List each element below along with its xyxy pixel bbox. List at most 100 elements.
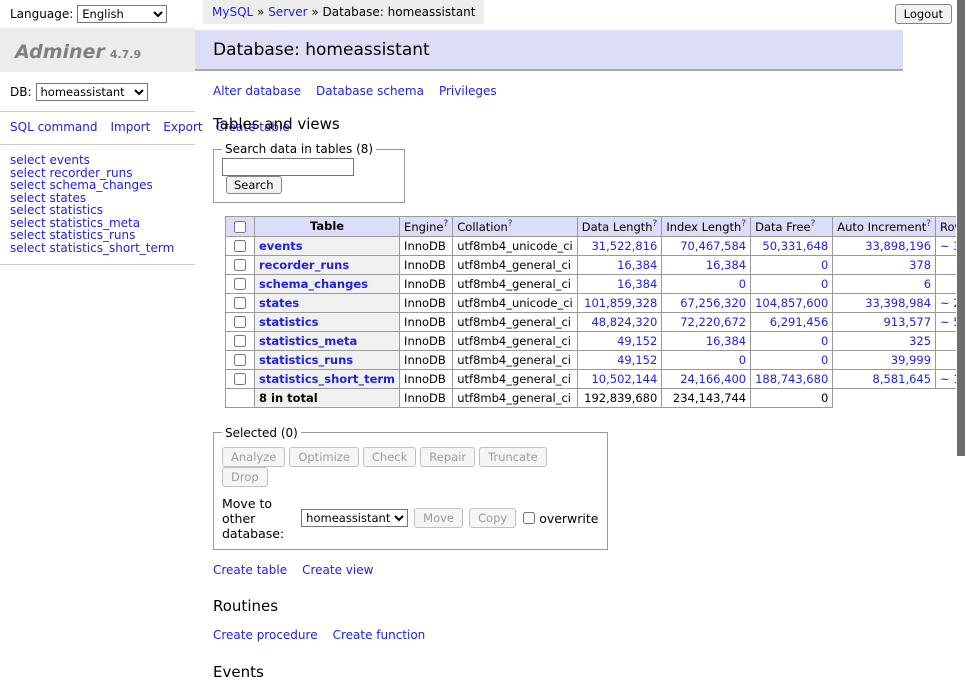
- db-label: DB:: [10, 85, 32, 99]
- index-length-link[interactable]: 16,384: [706, 258, 746, 272]
- move-button[interactable]: Move: [414, 508, 463, 528]
- drop-button[interactable]: Drop: [222, 467, 268, 487]
- index-length-link[interactable]: 67,256,320: [680, 296, 746, 310]
- data-length-link[interactable]: 49,152: [617, 334, 657, 348]
- row-checkbox[interactable]: [234, 259, 246, 271]
- language-label: Language:: [10, 7, 73, 21]
- db-select-row: DB: homeassistant: [0, 72, 195, 112]
- hint-icon[interactable]: ?: [443, 219, 448, 229]
- select-all-checkbox[interactable]: [231, 221, 249, 233]
- breadcrumb-server[interactable]: Server: [268, 5, 307, 19]
- column-header-collation: Collation?: [453, 217, 578, 237]
- data-length-link[interactable]: 31,522,816: [591, 239, 657, 253]
- data-free-link[interactable]: 0: [821, 334, 828, 348]
- engine-cell: InnoDB: [400, 331, 453, 350]
- index-length-link[interactable]: 72,220,672: [680, 315, 746, 329]
- row-checkbox[interactable]: [234, 297, 246, 309]
- table-name-link[interactable]: statistics: [259, 315, 319, 329]
- auto-increment-link[interactable]: 378: [909, 258, 931, 272]
- overwrite-checkbox[interactable]: [523, 512, 535, 524]
- language-select[interactable]: English: [77, 5, 167, 23]
- search-input[interactable]: [222, 158, 354, 176]
- row-checkbox[interactable]: [234, 240, 246, 252]
- hint-icon[interactable]: ?: [926, 219, 931, 229]
- row-checkbox[interactable]: [234, 278, 246, 290]
- table-row: statistics_short_termInnoDButf8mb4_gener…: [226, 369, 966, 388]
- data-length-link[interactable]: 49,152: [617, 353, 657, 367]
- total-data-free: 0: [751, 388, 833, 407]
- top-bar: MySQL » Server » Database: homeassistant: [195, 0, 903, 25]
- table-name-link[interactable]: statistics_short_term: [259, 372, 395, 386]
- scrollbar-thumb[interactable]: [957, 0, 965, 456]
- breadcrumb-mysql[interactable]: MySQL: [212, 5, 253, 19]
- select-all-cell: [226, 217, 255, 237]
- move-label: Move to other database:: [222, 496, 295, 541]
- index-length-link[interactable]: 24,166,400: [680, 372, 746, 386]
- check-button[interactable]: Check: [363, 447, 416, 467]
- move-db-select[interactable]: homeassistant: [301, 509, 408, 527]
- auto-increment-link[interactable]: 33,398,984: [865, 296, 931, 310]
- data-free-link[interactable]: 0: [821, 258, 828, 272]
- auto-increment-link[interactable]: 913,577: [883, 315, 931, 329]
- hint-icon[interactable]: ?: [508, 219, 513, 229]
- hint-icon[interactable]: ?: [741, 219, 746, 229]
- data-free-link[interactable]: 50,331,648: [762, 239, 828, 253]
- table-name-link[interactable]: statistics_meta: [259, 334, 357, 348]
- vertical-scrollbar[interactable]: [956, 0, 966, 543]
- bottom-create-table-link[interactable]: Create table: [213, 563, 287, 577]
- db-alter-database-link[interactable]: Alter database: [213, 84, 301, 98]
- hint-icon[interactable]: ?: [653, 219, 658, 229]
- auto-increment-link[interactable]: 8,581,645: [873, 372, 932, 386]
- row-checkbox[interactable]: [234, 354, 246, 366]
- row-checkbox[interactable]: [234, 335, 246, 347]
- index-length-link[interactable]: 70,467,584: [680, 239, 746, 253]
- action-sql-command-link[interactable]: SQL command: [10, 120, 97, 134]
- table-name-link[interactable]: states: [259, 296, 299, 310]
- table-name-link[interactable]: schema_changes: [259, 277, 368, 291]
- search-button[interactable]: Search: [226, 176, 282, 194]
- data-free-link[interactable]: 6,291,456: [770, 315, 829, 329]
- table-name-link[interactable]: statistics_runs: [259, 353, 353, 367]
- data-free-link[interactable]: 0: [821, 277, 828, 291]
- data-length-link[interactable]: 10,502,144: [591, 372, 657, 386]
- table-name-link[interactable]: recorder_runs: [259, 258, 349, 272]
- data-length-link[interactable]: 16,384: [617, 258, 657, 272]
- overwrite-label: overwrite: [539, 511, 598, 526]
- truncate-button[interactable]: Truncate: [479, 447, 547, 467]
- db-select[interactable]: homeassistant: [36, 83, 148, 101]
- db-database-schema-link[interactable]: Database schema: [316, 84, 424, 98]
- repair-button[interactable]: Repair: [420, 447, 475, 467]
- table-name-link[interactable]: events: [259, 239, 303, 253]
- bottom-create-view-link[interactable]: Create view: [302, 563, 373, 577]
- breadcrumb: MySQL » Server » Database: homeassistant: [203, 0, 484, 24]
- auto-increment-link[interactable]: 6: [924, 277, 931, 291]
- routine-create-function-link[interactable]: Create function: [333, 628, 426, 642]
- hint-icon[interactable]: ?: [811, 219, 816, 229]
- data-free-link[interactable]: 188,743,680: [755, 372, 828, 386]
- table-row: statisticsInnoDButf8mb4_general_ci48,824…: [226, 312, 966, 331]
- copy-button[interactable]: Copy: [469, 508, 516, 528]
- optimize-button[interactable]: Optimize: [289, 447, 359, 467]
- row-checkbox[interactable]: [234, 373, 246, 385]
- logout-button[interactable]: Logout: [895, 4, 952, 24]
- action-import-link[interactable]: Import: [110, 120, 150, 134]
- data-free-link[interactable]: 0: [821, 353, 828, 367]
- index-length-link[interactable]: 0: [739, 277, 746, 291]
- data-length-link[interactable]: 16,384: [617, 277, 657, 291]
- sidebar-select-statistics-short-term-link[interactable]: select statistics_short_term: [10, 242, 185, 255]
- total-label: 8 in total: [255, 388, 400, 407]
- language-row: Language: English: [0, 0, 195, 28]
- index-length-link[interactable]: 0: [739, 353, 746, 367]
- breadcrumb-separator: »: [308, 5, 323, 19]
- analyze-button[interactable]: Analyze: [222, 447, 285, 467]
- data-length-link[interactable]: 101,859,328: [584, 296, 657, 310]
- row-checkbox[interactable]: [234, 316, 246, 328]
- routine-create-procedure-link[interactable]: Create procedure: [213, 628, 318, 642]
- db-privileges-link[interactable]: Privileges: [439, 84, 497, 98]
- auto-increment-link[interactable]: 39,999: [891, 353, 931, 367]
- data-length-link[interactable]: 48,824,320: [591, 315, 657, 329]
- auto-increment-link[interactable]: 33,898,196: [865, 239, 931, 253]
- index-length-link[interactable]: 16,384: [706, 334, 746, 348]
- data-free-link[interactable]: 104,857,600: [755, 296, 828, 310]
- auto-increment-link[interactable]: 325: [909, 334, 931, 348]
